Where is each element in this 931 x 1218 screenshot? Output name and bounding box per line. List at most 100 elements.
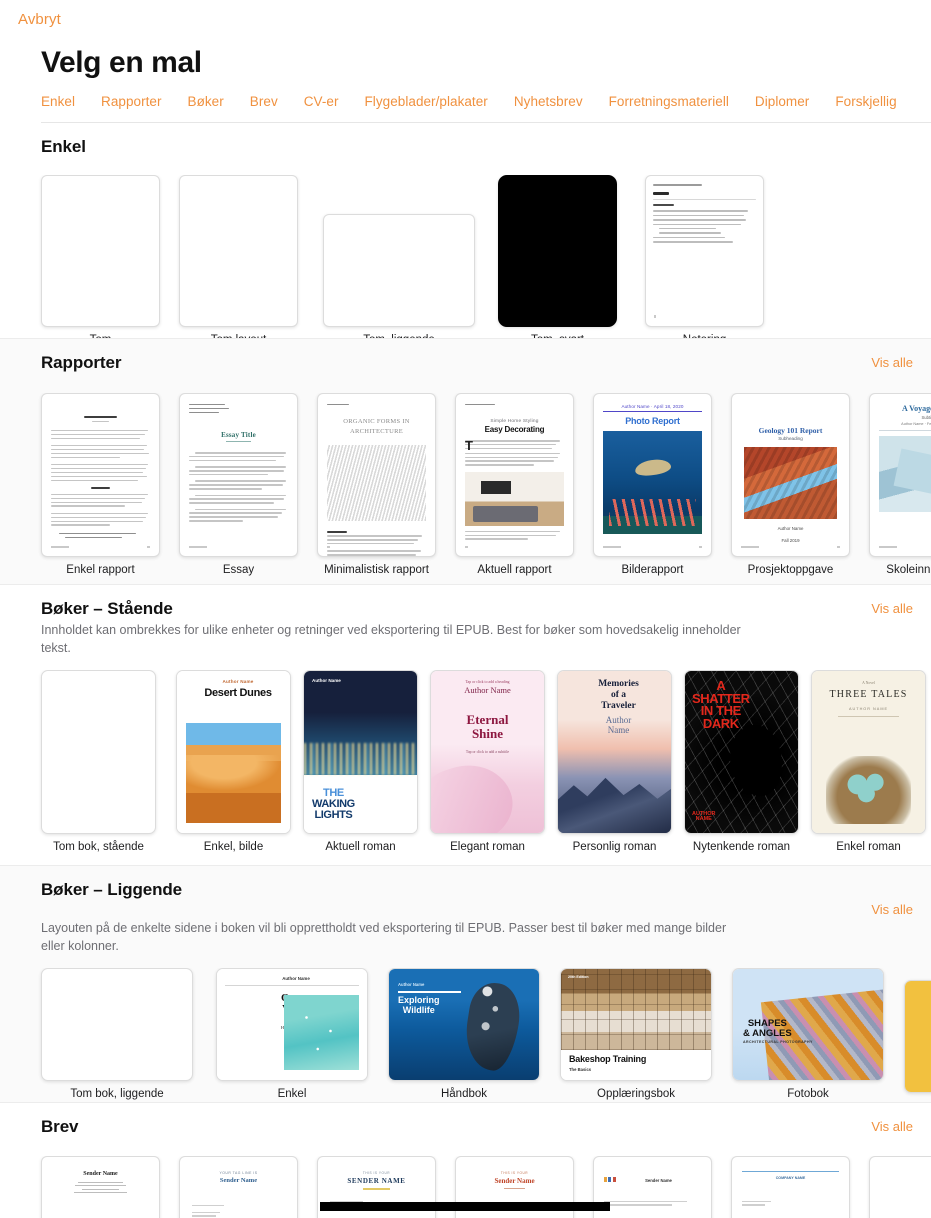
template-thumbnail-blank[interactable] <box>41 175 160 327</box>
template-label: Enkel rapport <box>66 564 135 576</box>
section-header-boker-staende: Bøker – Stående Vis alle <box>0 585 931 619</box>
template-thumbnail-recipe-book[interactable]: Recipes Soups by Author StewsRagouts <box>904 980 931 1094</box>
section-boker-staende: Bøker – Stående Vis alle Innholdet kan o… <box>0 585 931 865</box>
template-tile[interactable]: Tom layout <box>179 175 298 346</box>
template-thumbnail-modern-report[interactable]: Simple Home Styling Easy Decorating T <box>455 393 574 557</box>
template-row-rapporter[interactable]: Enkel rapport Essay Title Essay ORGANIC … <box>0 393 931 576</box>
see-all-link-boker-liggende[interactable]: Vis alle <box>871 880 913 917</box>
category-tab-diplomer[interactable]: Diplomer <box>755 94 809 109</box>
cancel-button[interactable]: Avbryt <box>18 11 61 28</box>
template-tile[interactable]: Tom bok, liggende <box>41 968 193 1100</box>
template-label: Aktuell roman <box>325 841 396 854</box>
letter-kicker: THIS IS YOUR <box>362 1171 391 1175</box>
category-tab-enkel[interactable]: Enkel <box>41 94 75 109</box>
letter-sender-name: Sender Name <box>645 1178 672 1183</box>
template-thumbnail-essay[interactable]: Essay Title <box>179 393 298 557</box>
template-thumbnail-three-tales[interactable]: A Novel THREE TALES AUTHOR NAME <box>811 670 926 835</box>
template-thumbnail-memories-traveler[interactable]: Memories of a Traveler Author Name <box>557 670 672 835</box>
section-enkel: Enkel Tom Tom layout Tom, liggende Tom, … <box>0 123 931 346</box>
category-nav: Enkel Rapporter Bøker Brev CV-er Flygebl… <box>41 94 931 123</box>
template-tile[interactable]: Sender Name <box>41 1156 160 1218</box>
template-tile[interactable]: Author Name Desert Dunes Enkel, bilde <box>176 670 291 853</box>
template-thumbnail-project-report[interactable]: Geology 101 Report Subheading Author Nam… <box>731 393 850 557</box>
template-thumbnail-shapes-angles[interactable]: SHAPES & ANGLES ARCHITECTURAL PHOTOGRAPHY <box>732 968 884 1082</box>
template-tile[interactable]: Author Name THE WAKING LIGHTS Aktuell roma… <box>303 670 418 853</box>
category-tab-forskjellig[interactable]: Forskjellig <box>835 94 896 109</box>
section-header-brev: Brev Vis alle <box>0 1103 931 1137</box>
template-tile[interactable]: Enkel rapport <box>41 393 160 576</box>
template-thumbnail-letter-7[interactable]: SENDER <box>869 1156 931 1218</box>
category-tab-brev[interactable]: Brev <box>250 94 278 109</box>
template-thumbnail-letter-1[interactable]: Sender Name <box>41 1156 160 1218</box>
template-thumbnail-letter-2[interactable]: YOUR TAG LINE IS Sender Name <box>179 1156 298 1218</box>
category-tab-flygeblader-plakater[interactable]: Flygeblader/plakater <box>365 94 488 109</box>
template-thumbnail-shatter-dark[interactable]: A SHATTER IN THE DARK AUTHOR NAME <box>684 670 799 835</box>
template-tile[interactable]: Author Name OceanViews Highlights FromMy… <box>216 968 368 1100</box>
template-thumbnail-simple-report[interactable] <box>41 393 160 557</box>
template-thumbnail-blank-book-portrait[interactable] <box>41 670 156 835</box>
voyage-cover-title: A Voyage to the <box>901 404 931 413</box>
template-thumbnail-desert-dunes[interactable]: Author Name Desert Dunes <box>176 670 291 835</box>
template-tile[interactable]: Sender Name <box>593 1156 712 1218</box>
template-tile[interactable]: Simple Home Styling Easy Decorating T Ak… <box>455 393 574 576</box>
template-tile[interactable]: Geology 101 Report Subheading Author Nam… <box>731 393 850 576</box>
top-bar: Avbryt <box>0 0 931 40</box>
template-tile[interactable]: SHAPES & ANGLES ARCHITECTURAL PHOTOGRAPHY… <box>732 968 884 1100</box>
template-tile[interactable]: Tom, svart <box>498 175 617 346</box>
template-thumbnail-note[interactable] <box>645 175 764 327</box>
template-label: Enkel roman <box>836 841 901 854</box>
template-tile[interactable]: 20th Edition Bakeshop Training The Basic… <box>560 968 712 1100</box>
template-tile[interactable]: A Novel THREE TALES AUTHOR NAME Enkel ro… <box>811 670 926 853</box>
template-thumbnail-blank-landscape[interactable] <box>323 214 475 327</box>
template-tile[interactable]: Tom, liggende <box>323 214 475 346</box>
template-tile[interactable]: Essay Title Essay <box>179 393 298 576</box>
template-thumbnail-ocean-views[interactable]: Author Name OceanViews Highlights FromMy… <box>216 968 368 1082</box>
template-thumbnail-blank-book-landscape[interactable] <box>41 968 193 1082</box>
template-row-boker-liggende[interactable]: Tom bok, liggende Author Name OceanViews… <box>0 968 931 1100</box>
template-thumbnail-letter-6[interactable]: COMPANY NAME <box>731 1156 850 1218</box>
template-tile[interactable]: A Voyage to the Subtitle Author Name · F… <box>869 393 931 576</box>
template-thumbnail-minimal-report[interactable]: ORGANIC FORMS IN ARCHITECTURE <box>317 393 436 557</box>
template-row-enkel[interactable]: Tom Tom layout Tom, liggende Tom, svart <box>0 175 931 350</box>
template-tile[interactable]: Memories of a Traveler Author Name Personli… <box>557 670 672 853</box>
template-label: Fotobok <box>787 1088 829 1101</box>
template-tile[interactable]: Tom <box>41 175 160 346</box>
template-thumbnail-eternal-shine[interactable]: Tap or click to add a heading Author Nam… <box>430 670 545 835</box>
template-thumbnail-blank-layout[interactable] <box>179 175 298 327</box>
template-tile[interactable]: COMPANY NAME <box>731 1156 850 1218</box>
book-cover-title: StewsRagouts <box>912 1021 931 1044</box>
book-cover-title: Desert Dunes <box>204 687 272 700</box>
template-tile[interactable]: Notering <box>645 175 764 346</box>
template-tile[interactable]: A SHATTER IN THE DARK AUTHOR NAME Nytenkende… <box>684 670 799 853</box>
book-cover-title: THE WAKING LIGHTS <box>312 786 355 822</box>
category-tab-rapporter[interactable]: Rapporter <box>101 94 161 109</box>
template-label: Elegant roman <box>450 841 525 854</box>
voyage-cover-sub: Subtitle <box>921 415 931 420</box>
category-tab-boker[interactable]: Bøker <box>188 94 224 109</box>
template-thumbnail-photo-report[interactable]: Author Name · April 18, 2020 Photo Repor… <box>593 393 712 557</box>
template-thumbnail-school-report[interactable]: A Voyage to the Subtitle Author Name · F… <box>869 393 931 557</box>
letter-sender-name: Sender Name <box>494 1177 535 1185</box>
template-tile[interactable]: Recipes Soups by Author StewsRagouts <box>904 980 931 1100</box>
template-tile[interactable]: YOUR TAG LINE IS Sender Name <box>179 1156 298 1218</box>
category-tab-nyhetsbrev[interactable]: Nyhetsbrev <box>514 94 583 109</box>
template-tile[interactable]: ORGANIC FORMS IN ARCHITECTURE Minimalist… <box>317 393 436 576</box>
template-tile[interactable]: Author Name Exploring Wildlife Håndbok <box>388 968 540 1100</box>
template-thumbnail-bakeshop-training[interactable]: 20th Edition Bakeshop Training The Basic… <box>560 968 712 1082</box>
category-tab-cv-er[interactable]: CV-er <box>304 94 339 109</box>
template-row-boker-staende[interactable]: Tom bok, stående Author Name Desert Dune… <box>0 670 931 853</box>
see-all-link-brev[interactable]: Vis alle <box>871 1117 913 1134</box>
category-tab-forretningsmateriell[interactable]: Forretningsmateriell <box>609 94 729 109</box>
template-thumbnail-exploring-wildlife[interactable]: Author Name Exploring Wildlife <box>388 968 540 1082</box>
template-tile[interactable]: SENDER <box>869 1156 931 1218</box>
template-thumbnail-letter-5[interactable]: Sender Name <box>593 1156 712 1218</box>
see-all-link-boker-staende[interactable]: Vis alle <box>871 599 913 616</box>
template-thumbnail-blank-black[interactable] <box>498 175 617 327</box>
see-all-link-rapporter[interactable]: Vis alle <box>871 353 913 370</box>
template-tile[interactable]: Tap or click to add a heading Author Nam… <box>430 670 545 853</box>
template-tile[interactable]: Author Name · April 18, 2020 Photo Repor… <box>593 393 712 576</box>
book-cover-sub: ARCHITECTURAL PHOTOGRAPHY <box>743 1040 813 1045</box>
section-brev: Brev Vis alle Sender Name YOUR TAG LINE … <box>0 1103 931 1218</box>
template-thumbnail-waking-lights[interactable]: Author Name THE WAKING LIGHTS <box>303 670 418 835</box>
template-tile[interactable]: Tom bok, stående <box>41 670 156 853</box>
